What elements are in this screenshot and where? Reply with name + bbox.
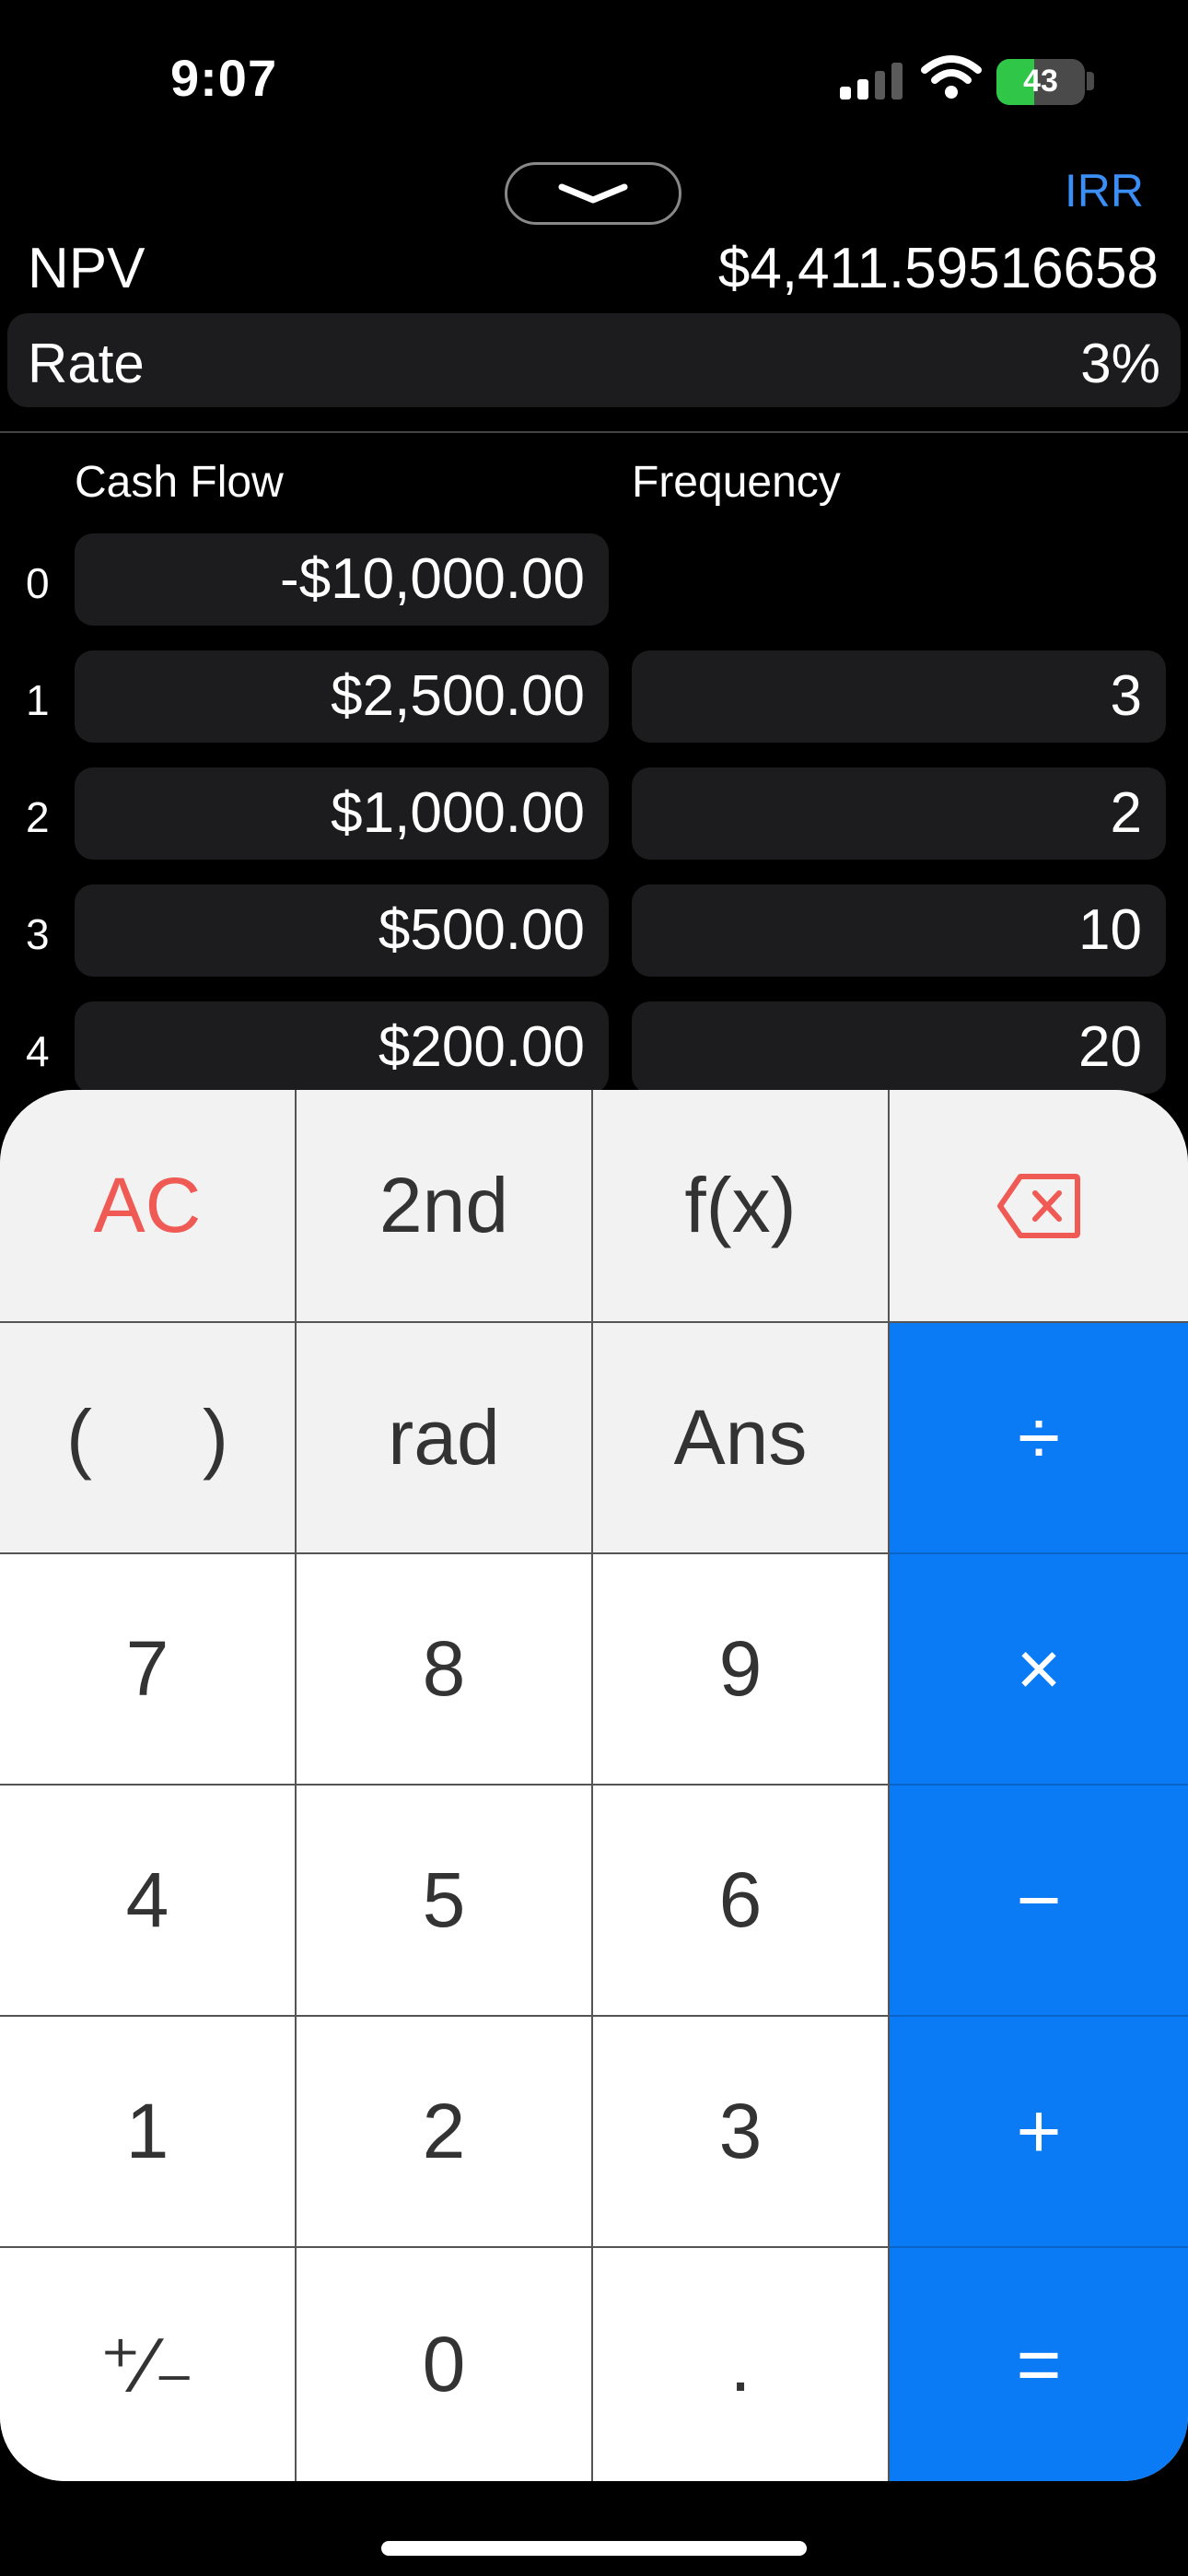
collapse-button[interactable] (505, 162, 681, 225)
equals-button[interactable]: = (890, 2248, 1188, 2481)
decimal-button[interactable]: . (593, 2248, 890, 2481)
digit-6-button[interactable]: 6 (593, 1786, 890, 2017)
row-index: 4 (26, 1027, 50, 1075)
rate-field[interactable] (7, 313, 1181, 407)
digit-7-button[interactable]: 7 (0, 1554, 297, 1786)
digit-2-button[interactable]: 2 (297, 2017, 593, 2248)
divide-button[interactable]: ÷ (890, 1323, 1188, 1554)
divider (0, 431, 1188, 433)
row-index: 2 (26, 793, 50, 841)
digit-0-button[interactable]: 0 (297, 2248, 593, 2481)
rate-value[interactable]: 3% (1080, 332, 1160, 395)
add-button[interactable]: + (890, 2017, 1188, 2248)
irr-button[interactable]: IRR (1065, 164, 1144, 217)
cash-flow-input-4[interactable]: $200.00 (75, 1001, 609, 1094)
frequency-input-4[interactable]: 20 (632, 1001, 1166, 1094)
ans-button[interactable]: Ans (593, 1323, 890, 1554)
cellular-signal-icon (840, 61, 903, 100)
parentheses-button[interactable]: ( ) (0, 1323, 297, 1554)
cash-flow-input-2[interactable]: $1,000.00 (75, 767, 609, 860)
digit-9-button[interactable]: 9 (593, 1554, 890, 1786)
cash-flow-input-0[interactable]: -$10,000.00 (75, 533, 609, 626)
cash-flow-input-1[interactable]: $2,500.00 (75, 650, 609, 743)
frequency-header: Frequency (632, 458, 841, 507)
cash-flow-input-3[interactable]: $500.00 (75, 884, 609, 977)
clear-button[interactable]: AC (0, 1090, 297, 1323)
frequency-input-2[interactable]: 2 (632, 767, 1166, 860)
backspace-icon (997, 1173, 1080, 1238)
digit-4-button[interactable]: 4 (0, 1786, 297, 2017)
battery-level: 43 (1023, 64, 1058, 99)
digit-1-button[interactable]: 1 (0, 2017, 297, 2248)
row-index: 0 (26, 559, 50, 607)
multiply-button[interactable]: × (890, 1554, 1188, 1786)
function-button[interactable]: f(x) (593, 1090, 890, 1323)
close-paren: ) (203, 1394, 228, 1481)
digit-8-button[interactable]: 8 (297, 1554, 593, 1786)
digit-3-button[interactable]: 3 (593, 2017, 890, 2248)
rate-label: Rate (28, 333, 145, 394)
wifi-icon (921, 55, 982, 99)
row-index: 1 (26, 676, 50, 724)
cash-flow-header: Cash Flow (75, 458, 284, 507)
npv-value: $4,411.59516658 (717, 237, 1159, 300)
backspace-button[interactable] (890, 1090, 1188, 1323)
open-paren: ( (66, 1394, 92, 1481)
npv-label: NPV (28, 237, 146, 300)
second-function-button[interactable]: 2nd (297, 1090, 593, 1323)
home-indicator[interactable] (381, 2541, 807, 2556)
digit-5-button[interactable]: 5 (297, 1786, 593, 2017)
frequency-input-1[interactable]: 3 (632, 650, 1166, 743)
frequency-input-3[interactable]: 10 (632, 884, 1166, 977)
plus-minus-button[interactable]: ⁺∕₋ (0, 2248, 297, 2481)
row-index: 3 (26, 910, 50, 958)
subtract-button[interactable]: − (890, 1786, 1188, 2017)
battery-icon: 43 (996, 59, 1085, 105)
chevron-down-icon (558, 183, 628, 204)
rad-button[interactable]: rad (297, 1323, 593, 1554)
battery-nub (1087, 72, 1094, 90)
status-time: 9:07 (170, 49, 278, 107)
calculator-keypad: AC 2nd f(x) ( ) rad Ans ÷ 7 8 9 × 4 5 6 … (0, 1090, 1188, 2481)
